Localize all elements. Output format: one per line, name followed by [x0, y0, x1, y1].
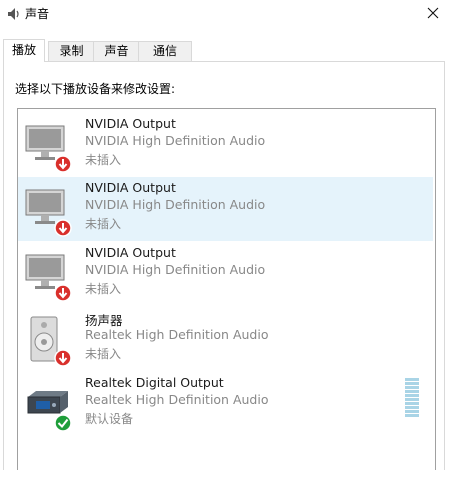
tab-sounds[interactable]: 声音	[93, 41, 140, 61]
device-list[interactable]: NVIDIA Output NVIDIA High Definition Aud…	[17, 108, 436, 472]
device-description: NVIDIA High Definition Audio	[85, 133, 266, 148]
device-status: 未插入	[85, 347, 122, 361]
unplugged-badge-icon	[54, 155, 72, 173]
device-status: 未插入	[85, 282, 122, 296]
default-check-icon	[54, 414, 72, 432]
device-description: NVIDIA High Definition Audio	[85, 197, 266, 212]
device-status: 未插入	[85, 217, 122, 231]
list-item[interactable]: 扬声器 Realtek High Definition Audio 未插入	[18, 307, 433, 371]
device-description: Realtek High Definition Audio	[85, 392, 269, 407]
close-button[interactable]	[416, 0, 450, 26]
list-item[interactable]: NVIDIA Output NVIDIA High Definition Aud…	[18, 177, 433, 241]
tab-communications[interactable]: 通信	[138, 41, 192, 61]
device-description: NVIDIA High Definition Audio	[85, 262, 266, 277]
device-name: NVIDIA Output	[85, 180, 176, 195]
unplugged-badge-icon	[54, 284, 72, 302]
tab-recording[interactable]: 录制	[48, 41, 95, 61]
list-item[interactable]: NVIDIA Output NVIDIA High Definition Aud…	[18, 242, 433, 306]
device-status: 默认设备	[85, 412, 134, 426]
speaker-icon	[7, 7, 20, 21]
close-icon	[427, 7, 439, 19]
device-name: NVIDIA Output	[85, 116, 176, 131]
list-item[interactable]: NVIDIA Output NVIDIA High Definition Aud…	[18, 113, 433, 177]
bottom-edge	[0, 470, 450, 478]
device-name: Realtek Digital Output	[85, 375, 224, 390]
title-bar: 声音	[0, 0, 450, 32]
unplugged-badge-icon	[54, 219, 72, 237]
window-title: 声音	[25, 7, 50, 21]
tab-playback[interactable]: 播放	[3, 39, 45, 62]
instruction-label: 选择以下播放设备来修改设置:	[15, 82, 176, 96]
volume-level-meter	[405, 378, 419, 420]
device-name: NVIDIA Output	[85, 245, 176, 260]
device-status: 未插入	[85, 153, 122, 167]
device-description: Realtek High Definition Audio	[85, 327, 269, 342]
unplugged-badge-icon	[54, 349, 72, 367]
list-item[interactable]: Realtek Digital Output Realtek High Defi…	[18, 372, 433, 436]
